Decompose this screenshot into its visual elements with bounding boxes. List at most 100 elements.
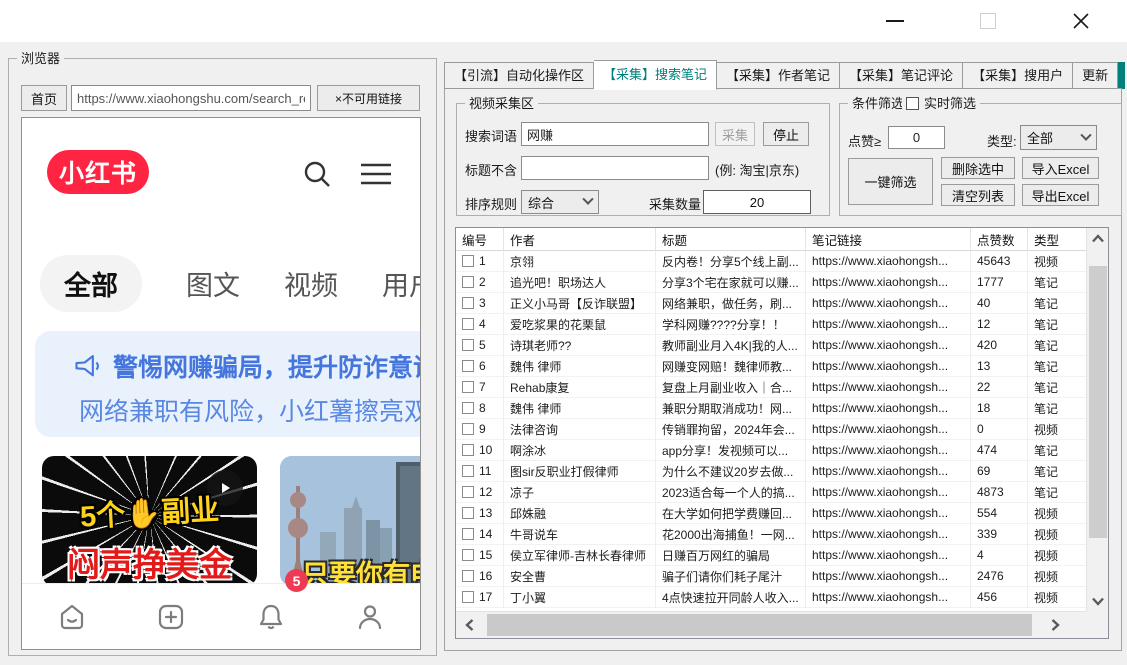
column-header-2[interactable]: 标题 [656,228,806,251]
search-icon[interactable] [301,158,333,190]
site-filter-tab-0[interactable]: 全部 [40,255,142,312]
collector-tab-3[interactable]: 【采集】笔记评论 [840,62,963,89]
notifications-bell-icon[interactable] [255,601,287,633]
collector-tab-4[interactable]: 【采集】搜用户 [963,62,1073,89]
row-checkbox[interactable] [462,591,474,603]
table-row[interactable]: 16安全曹骗子们请你们耗子尾汁https://www.xiaohongsh...… [456,566,1108,587]
profile-icon[interactable] [354,601,386,633]
table-row[interactable]: 14牛哥说车花2000出海捕鱼！一网...https://www.xiaohon… [456,524,1108,545]
column-header-1[interactable]: 作者 [504,228,656,251]
realtime-filter-checkbox[interactable] [906,97,919,110]
table-row[interactable]: 10啊涂冰app分享！发视频可以...https://www.xiaohongs… [456,440,1108,461]
photo-card[interactable]: 只要你有电 [280,456,421,586]
row-checkbox[interactable] [462,549,474,561]
menu-icon[interactable] [359,162,393,186]
row-checkbox[interactable] [462,423,474,435]
row-number: 17 [479,590,492,604]
site-filter-tab-3[interactable]: 用户 [382,264,421,303]
table-rows: 1京翎反内卷！分享5个线上副...https://www.xiaohongsh.… [456,251,1108,608]
table-row[interactable]: 8魏伟 律师兼职分期取消成功！网...https://www.xiaohongs… [456,398,1108,419]
type-select[interactable]: 全部 [1020,125,1097,150]
row-checkbox[interactable] [462,465,474,477]
row-likes: 69 [971,461,1028,482]
scroll-left-button[interactable] [456,612,482,638]
table-row[interactable]: 12凉子2023适合每一个人的搞...https://www.xiaohongs… [456,482,1108,503]
collector-tab-0[interactable]: 【引流】自动化操作区 [444,62,594,89]
row-number: 12 [479,485,492,499]
row-checkbox[interactable] [462,381,474,393]
row-checkbox[interactable] [462,507,474,519]
row-checkbox[interactable] [462,297,474,309]
export-excel-button[interactable]: 导出Excel [1022,184,1099,206]
row-checkbox[interactable] [462,486,474,498]
row-checkbox[interactable] [462,570,474,582]
table-row[interactable]: 2追光吧！职场达人分享3个宅在家就可以赚...https://www.xiaoh… [456,272,1108,293]
horizontal-scrollbar-thumb[interactable] [487,614,1032,636]
likes-min-input[interactable] [888,126,945,149]
minimize-button[interactable] [882,10,908,32]
row-checkbox[interactable] [462,318,474,330]
row-checkbox[interactable] [462,528,474,540]
row-checkbox[interactable] [462,444,474,456]
megaphone-icon [73,352,101,380]
scroll-right-button[interactable] [1042,612,1068,638]
column-header-5[interactable]: 类型 [1028,228,1088,251]
delete-selected-button[interactable]: 删除选中 [941,157,1015,179]
row-checkbox[interactable] [462,360,474,372]
table-row[interactable]: 15侯立军律师-吉林长春律师日赚百万网红的骗局https://www.xiaoh… [456,545,1108,566]
scroll-down-button[interactable] [1087,591,1109,611]
collector-tab-2[interactable]: 【采集】作者笔记 [717,62,840,89]
table-row[interactable]: 9法律咨询传销罪拘留，2024年会...https://www.xiaohong… [456,419,1108,440]
row-author: Rehab康复 [504,377,656,398]
table-row[interactable]: 5诗琪老师??教师副业月入4K|我的人...https://www.xiaoho… [456,335,1108,356]
row-likes: 1777 [971,272,1028,293]
collect-count-value[interactable]: 20 [703,190,811,214]
column-header-4[interactable]: 点赞数 [971,228,1028,251]
table-row[interactable]: 7Rehab康复复盘上月副业收入｜合...https://www.xiaohon… [456,377,1108,398]
vertical-scrollbar-thumb[interactable] [1089,266,1107,538]
table-row[interactable]: 4爱吃浆果的花栗鼠学科网赚????分享！！https://www.xiaohon… [456,314,1108,335]
close-button[interactable] [1068,10,1094,32]
search-term-input[interactable] [521,122,709,146]
horizontal-scrollbar[interactable] [456,611,1088,638]
row-number: 4 [479,317,486,331]
row-checkbox[interactable] [462,402,474,414]
maximize-button[interactable] [975,10,1001,32]
row-type: 笔记 [1028,335,1088,356]
import-excel-button[interactable]: 导入Excel [1022,157,1099,179]
row-checkbox[interactable] [462,276,474,288]
table-row[interactable]: 13邱姝融在大学如何把学费赚回...https://www.xiaohongsh… [456,503,1108,524]
row-checkbox[interactable] [462,339,474,351]
url-input[interactable] [71,85,311,111]
column-header-0[interactable]: 编号 [456,228,504,251]
table-row[interactable]: 11图sir反职业打假律师为什么不建议20岁去做...https://www.x… [456,461,1108,482]
collect-button[interactable]: 采集 [715,122,755,146]
site-filter-tab-2[interactable]: 视频 [284,264,338,303]
one-key-filter-button[interactable]: 一键筛选 [848,158,933,205]
row-title: 反内卷！分享5个线上副... [656,251,806,272]
collector-tab-1[interactable]: 【采集】搜索笔记 [594,60,717,90]
create-post-icon[interactable] [155,601,187,633]
row-type: 视频 [1028,587,1088,608]
table-row[interactable]: 17丁小翼4点快速拉开同龄人收入...https://www.xiaohongs… [456,587,1108,608]
scroll-up-button[interactable] [1087,228,1109,248]
site-filter-tab-1[interactable]: 图文 [186,264,240,303]
row-checkbox[interactable] [462,255,474,267]
sort-rule-select[interactable]: 综合 [521,190,599,214]
table-row[interactable]: 3正义小马哥【反诈联盟】网络兼职，做任务，刷...https://www.xia… [456,293,1108,314]
home-nav-icon[interactable] [56,601,88,633]
vertical-scrollbar[interactable] [1086,228,1108,611]
video-card[interactable]: 5个✋副业 闷声挣美金 [42,456,257,586]
collector-tab-5[interactable]: 更新 [1073,62,1118,89]
home-button[interactable]: 首页 [21,85,67,111]
row-title: 教师副业月入4K|我的人... [656,335,806,356]
unavailable-link-button[interactable]: ×不可用链接 [317,85,420,111]
title-exclude-input[interactable] [521,156,709,180]
table-row[interactable]: 1京翎反内卷！分享5个线上副...https://www.xiaohongsh.… [456,251,1108,272]
column-header-3[interactable]: 笔记链接 [806,228,971,251]
stop-button[interactable]: 停止 [763,122,809,146]
table-row[interactable]: 6魏伟 律师网赚变网赔！魏律师教...https://www.xiaohongs… [456,356,1108,377]
row-number: 2 [479,275,486,289]
row-number: 1 [479,254,486,268]
clear-list-button[interactable]: 清空列表 [941,184,1015,206]
